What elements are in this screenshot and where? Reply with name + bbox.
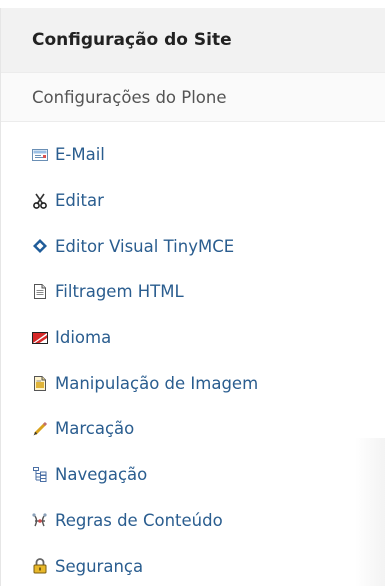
settings-list: E-Mail Editar Editor Visual TinyMCE Filt…: [1, 122, 385, 586]
settings-item-markup[interactable]: Marcação: [1, 406, 385, 452]
settings-item-edit[interactable]: Editar: [1, 178, 385, 224]
navigation-tree-icon: [32, 467, 48, 483]
settings-item-label[interactable]: Filtragem HTML: [55, 282, 184, 301]
settings-item-label[interactable]: Regras de Conteúdo: [55, 511, 223, 530]
pencil-icon: [32, 421, 48, 437]
settings-item-label[interactable]: Manipulação de Imagem: [55, 374, 258, 393]
image-document-icon: [32, 375, 48, 391]
settings-item-label[interactable]: Idioma: [55, 328, 111, 347]
settings-item-language[interactable]: Idioma: [1, 315, 385, 361]
tinymce-icon: [32, 238, 48, 254]
portlet-header: Configuração do Site: [1, 8, 385, 72]
settings-item-security[interactable]: Segurança: [1, 543, 385, 586]
settings-item-tinymce[interactable]: Editor Visual TinyMCE: [1, 223, 385, 269]
scroll-shadow: [355, 438, 385, 586]
settings-item-label[interactable]: E-Mail: [55, 145, 105, 164]
scissors-icon: [32, 193, 48, 209]
settings-item-email[interactable]: E-Mail: [1, 132, 385, 178]
settings-item-html-filter[interactable]: Filtragem HTML: [1, 269, 385, 315]
settings-item-navigation[interactable]: Navegação: [1, 452, 385, 498]
settings-item-label[interactable]: Segurança: [55, 557, 143, 576]
settings-item-label[interactable]: Marcação: [55, 419, 134, 438]
site-setup-portlet: Configuração do Site Configurações do Pl…: [0, 8, 385, 586]
content-rules-icon: [32, 512, 48, 528]
portlet-title: Configuração do Site: [32, 30, 232, 50]
settings-item-image-handling[interactable]: Manipulação de Imagem: [1, 360, 385, 406]
portlet-subtitle[interactable]: Configurações do Plone: [32, 88, 227, 107]
document-icon: [32, 284, 48, 300]
settings-item-label[interactable]: Navegação: [55, 465, 147, 484]
mail-icon: [32, 147, 48, 163]
settings-item-label[interactable]: Editar: [55, 191, 104, 210]
portlet-subheader[interactable]: Configurações do Plone: [1, 72, 385, 122]
language-flag-icon: [32, 330, 48, 346]
settings-item-label[interactable]: Editor Visual TinyMCE: [55, 237, 234, 256]
settings-item-content-rules[interactable]: Regras de Conteúdo: [1, 498, 385, 544]
lock-icon: [32, 558, 48, 574]
